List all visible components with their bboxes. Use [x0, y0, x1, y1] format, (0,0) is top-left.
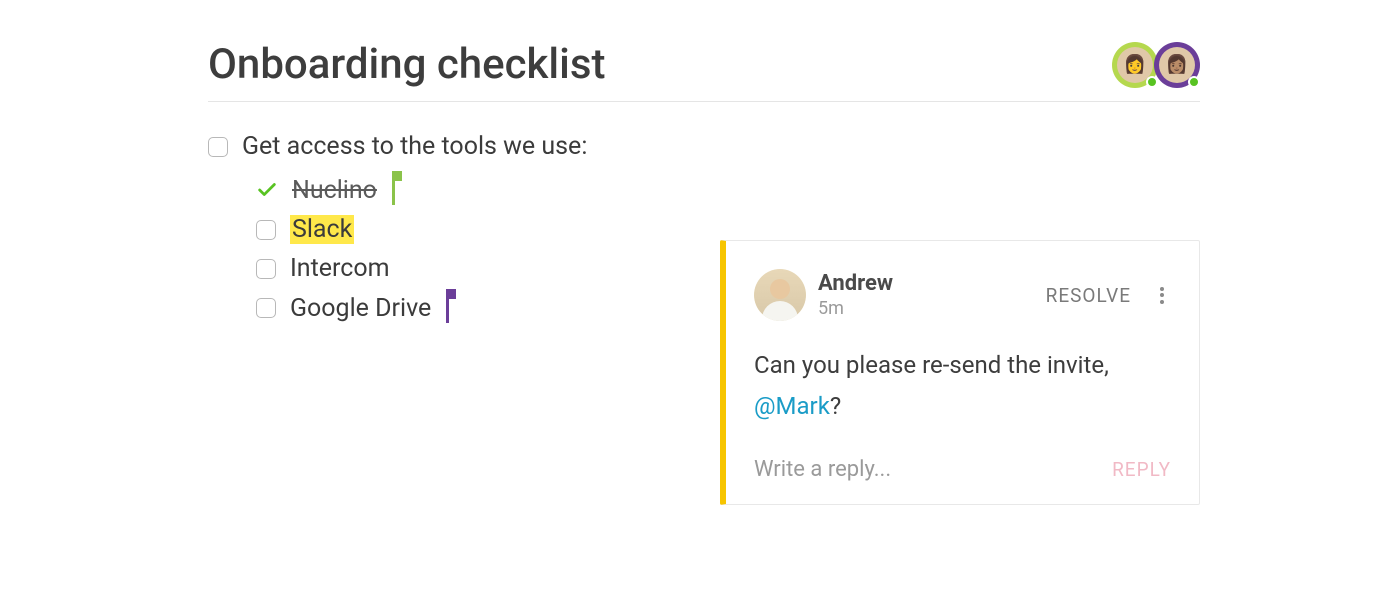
checklist-item-label: Intercom — [290, 254, 390, 283]
page-title: Onboarding checklist — [208, 40, 605, 89]
checklist-item-label: Nuclino — [292, 176, 377, 205]
comment-text: ? — [830, 392, 841, 420]
checklist-item-label: Get access to the tools we use: — [242, 132, 587, 161]
comment-header: Andrew 5m RESOLVE — [754, 269, 1171, 321]
user-mention[interactable]: @Mark — [754, 392, 830, 420]
collaborator-avatar-1[interactable]: 👩 — [1112, 42, 1158, 88]
collaborator-cursor-icon — [446, 293, 449, 323]
checklist-item-label: Google Drive — [290, 294, 431, 323]
checklist-item-nuclino[interactable]: Nuclino — [256, 175, 1200, 205]
checkbox-unchecked-icon[interactable] — [256, 298, 276, 318]
comment-thread: Andrew 5m RESOLVE Can you please re-send… — [720, 240, 1200, 505]
resolve-button[interactable]: RESOLVE — [1046, 284, 1131, 307]
comment-author-block: Andrew 5m — [754, 269, 893, 321]
presence-online-icon — [1188, 76, 1200, 88]
reply-row: REPLY — [754, 457, 1171, 482]
comment-timestamp: 5m — [818, 298, 893, 319]
comment-avatar-icon[interactable] — [754, 269, 806, 321]
collaborator-avatars: 👩 👩🏽 — [1112, 42, 1200, 88]
comment-text: Can you please re-send the invite, — [754, 351, 1109, 379]
comment-author-name: Andrew — [818, 271, 893, 296]
checkbox-unchecked-icon[interactable] — [208, 137, 228, 157]
checkbox-unchecked-icon[interactable] — [256, 259, 276, 279]
collaborator-avatar-2[interactable]: 👩🏽 — [1154, 42, 1200, 88]
checkbox-unchecked-icon[interactable] — [256, 220, 276, 240]
reply-button[interactable]: REPLY — [1112, 458, 1171, 481]
comment-body: Can you please re-send the invite, @Mark… — [754, 345, 1171, 427]
collaborator-cursor-icon — [392, 175, 395, 205]
comment-actions: RESOLVE — [1046, 284, 1171, 307]
more-menu-icon[interactable] — [1153, 286, 1171, 304]
document-header: Onboarding checklist 👩 👩🏽 — [208, 40, 1200, 102]
checkmark-icon[interactable] — [256, 179, 278, 201]
checklist-item-label: Slack — [290, 215, 354, 244]
reply-input[interactable] — [754, 457, 1112, 482]
checklist-parent-item[interactable]: Get access to the tools we use: — [208, 132, 1200, 161]
